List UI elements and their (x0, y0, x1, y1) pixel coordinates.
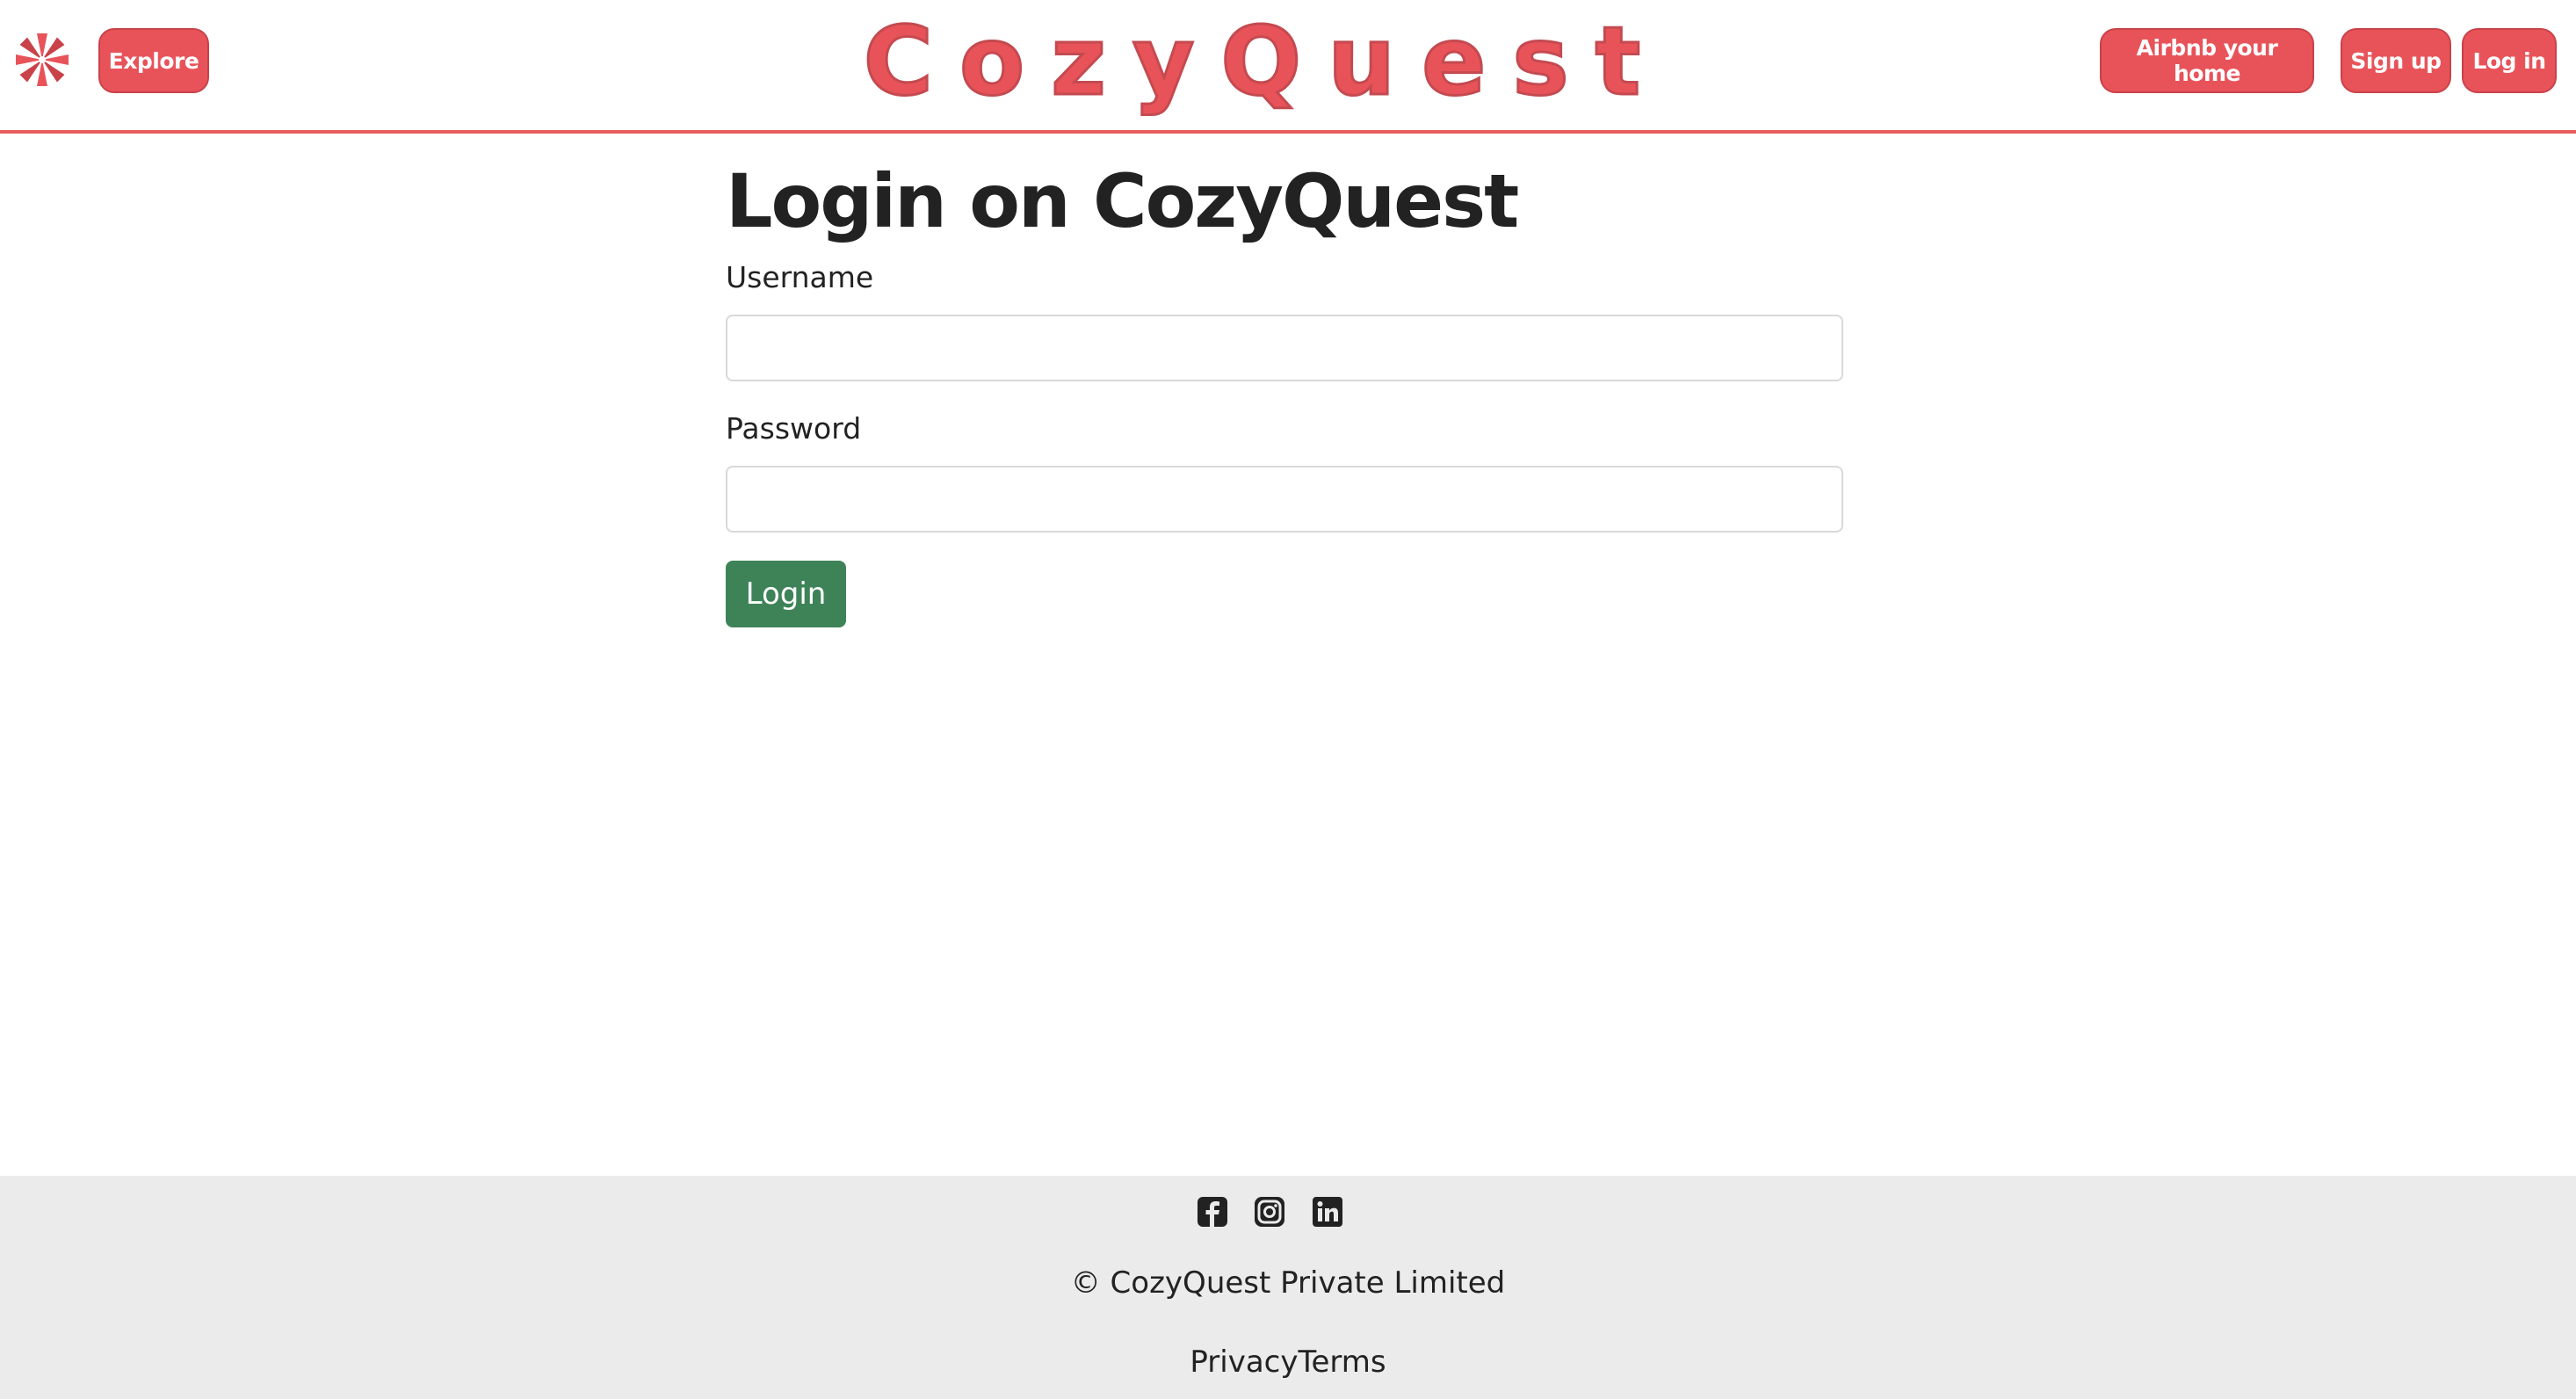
login-nav-button[interactable]: Log in (2462, 28, 2557, 93)
password-label: Password (726, 411, 862, 446)
terms-link[interactable]: Terms (1298, 1345, 1386, 1380)
brand-logo[interactable]: CozyQuest (862, 0, 1642, 123)
password-input[interactable] (726, 466, 1843, 533)
airbnb-your-home-button[interactable]: Airbnb your home (2100, 28, 2314, 93)
compass-icon[interactable] (14, 32, 70, 88)
privacy-link[interactable]: Privacy (1190, 1345, 1298, 1380)
facebook-icon[interactable] (1196, 1195, 1229, 1229)
footer-links: Privacy Terms (0, 1345, 2576, 1380)
copyright-text: © CozyQuest Private Limited (1070, 1265, 1506, 1301)
page-title: Login on CozyQuest (726, 158, 1519, 244)
username-label: Username (726, 260, 874, 294)
navbar: Explore CozyQuest Airbnb your home Sign … (0, 0, 2576, 134)
instagram-icon[interactable] (1253, 1195, 1286, 1229)
login-submit-button[interactable]: Login (726, 561, 846, 627)
linkedin-icon[interactable] (1311, 1195, 1344, 1229)
username-input[interactable] (726, 315, 1843, 381)
signup-button[interactable]: Sign up (2341, 28, 2451, 93)
explore-button[interactable]: Explore (98, 28, 209, 93)
